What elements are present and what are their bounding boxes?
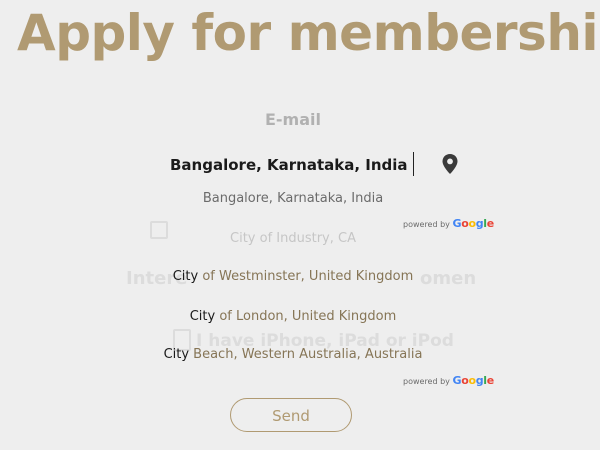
google-logo: Google bbox=[452, 217, 494, 230]
suggestion-item[interactable]: City of London, United Kingdom bbox=[0, 309, 586, 324]
suggestion-text: Bangalore, Karnataka, India bbox=[202, 191, 384, 206]
suggestion-item[interactable]: City of Industry, CA bbox=[0, 231, 586, 246]
powered-by-google: powered by Google bbox=[403, 217, 494, 230]
location-input[interactable] bbox=[170, 152, 420, 178]
suggestion-item[interactable]: Bangalore, Karnataka, India bbox=[0, 191, 586, 206]
membership-page: Apply for membership E-mail Intere omen … bbox=[0, 0, 600, 450]
suggestion-item[interactable]: City Beach, Western Australia, Australia bbox=[0, 347, 586, 362]
powered-by-text: powered by bbox=[403, 377, 450, 386]
suggestion-text: Beach, Western Australia, Australia bbox=[189, 347, 423, 362]
suggestion-match: City bbox=[172, 269, 199, 284]
suggestion-text: City of Industry, CA bbox=[230, 231, 356, 246]
page-title: Apply for membership bbox=[17, 4, 600, 62]
suggestion-match: City bbox=[163, 347, 190, 362]
suggestion-item[interactable]: City of Westminster, United Kingdom bbox=[0, 269, 586, 284]
suggestion-text: of London, United Kingdom bbox=[215, 309, 397, 324]
suggestion-text: of Westminster, United Kingdom bbox=[198, 269, 414, 284]
email-label: E-mail bbox=[264, 110, 321, 129]
send-button[interactable]: Send bbox=[230, 398, 352, 432]
suggestion-match: City bbox=[189, 309, 216, 324]
text-caret bbox=[413, 152, 414, 176]
map-pin-icon[interactable] bbox=[441, 153, 459, 175]
powered-by-google: powered by Google bbox=[403, 374, 494, 387]
google-logo: Google bbox=[452, 374, 494, 387]
powered-by-text: powered by bbox=[403, 220, 450, 229]
